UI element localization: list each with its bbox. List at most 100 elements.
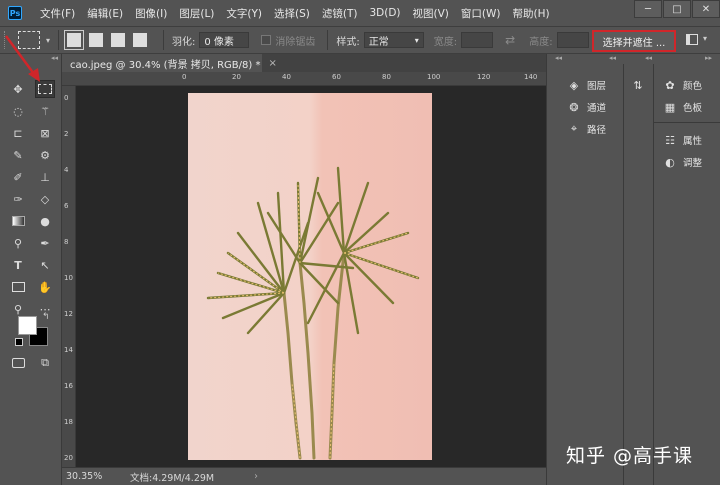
width-input[interactable] bbox=[461, 32, 494, 48]
menu-help[interactable]: 帮助(H) bbox=[513, 6, 550, 21]
adjustments-panel-button[interactable]: ◐ 调整 bbox=[663, 153, 702, 171]
photoshop-logo: Ps bbox=[8, 6, 22, 20]
collapse-icon[interactable]: ◂◂ bbox=[645, 54, 652, 64]
chevron-down-icon[interactable]: ▾ bbox=[703, 34, 707, 43]
brush-tool-icon[interactable]: ✐ bbox=[8, 168, 28, 186]
dodge-tool-icon[interactable]: ⚲ bbox=[8, 234, 28, 252]
ruler-tick: 12 bbox=[64, 310, 73, 318]
pen-tool-icon[interactable]: ✒ bbox=[35, 234, 55, 252]
blur-tool-icon[interactable]: ● bbox=[35, 212, 55, 230]
document-tab-title: cao.jpeg @ 30.4% (背景 拷贝, RGB/8) * bbox=[70, 59, 261, 71]
ruler-tick: 20 bbox=[232, 73, 241, 81]
menu-3d[interactable]: 3D(D) bbox=[369, 7, 400, 19]
panel-label: 属性 bbox=[683, 136, 703, 147]
history-panel-button[interactable]: ⇅ bbox=[631, 76, 651, 94]
eraser-tool-icon[interactable]: ◇ bbox=[35, 190, 55, 208]
panel-label: 颜色 bbox=[683, 81, 703, 92]
type-tool-icon[interactable]: T bbox=[8, 256, 28, 274]
subtract-selection-button[interactable] bbox=[111, 33, 126, 47]
canvas-area[interactable] bbox=[76, 86, 546, 467]
crop-tool-icon[interactable]: ⊏ bbox=[8, 124, 28, 142]
paths-icon: ⌖ bbox=[570, 122, 578, 135]
feather-input[interactable]: 0 像素 bbox=[199, 32, 250, 48]
minimize-button[interactable]: ─ bbox=[634, 0, 662, 18]
close-tab-icon[interactable]: × bbox=[268, 58, 276, 69]
ruler-tick: 4 bbox=[64, 166, 69, 174]
panel-label: 通道 bbox=[587, 103, 607, 114]
chevron-right-icon[interactable]: › bbox=[254, 471, 258, 482]
menu-view[interactable]: 视图(V) bbox=[413, 6, 449, 21]
default-colors-icon[interactable] bbox=[15, 338, 23, 346]
document-size: 文档:4.29M/4.29M bbox=[130, 472, 215, 484]
new-selection-button[interactable] bbox=[64, 30, 85, 50]
menu-image[interactable]: 图像(I) bbox=[135, 6, 167, 21]
antialias-checkbox[interactable] bbox=[261, 35, 272, 45]
history-brush-tool-icon[interactable]: ✑ bbox=[8, 190, 28, 208]
collapse-icon[interactable]: ▸▸ bbox=[705, 54, 712, 64]
swap-icon[interactable]: ⇄ bbox=[505, 33, 515, 47]
gradient-tool-icon[interactable] bbox=[8, 212, 28, 230]
ruler-tick: 0 bbox=[64, 94, 69, 102]
swatches-panel-button[interactable]: ▦ 色板 bbox=[663, 98, 702, 116]
adjustments-icon: ◐ bbox=[665, 155, 675, 169]
workspace-icon[interactable] bbox=[686, 34, 698, 45]
menu-window[interactable]: 窗口(W) bbox=[461, 6, 501, 21]
menu-layer[interactable]: 图层(L) bbox=[179, 6, 214, 21]
channels-icon: ❂ bbox=[569, 100, 579, 114]
ruler-tick: 2 bbox=[64, 130, 69, 138]
ruler-tick: 10 bbox=[64, 274, 73, 282]
layers-icon: ◈ bbox=[569, 78, 579, 92]
menu-edit[interactable]: 编辑(E) bbox=[87, 6, 123, 21]
close-button[interactable]: ✕ bbox=[692, 0, 720, 18]
screen-mode-icon[interactable]: ⧉ bbox=[35, 354, 55, 372]
panel-label: 调整 bbox=[683, 158, 703, 169]
antialias-label: 消除锯齿 bbox=[275, 36, 316, 48]
tools-panel: ◂◂ ✥ ◌ ⚚ ⊏ ⊠ ✎ ⚙ ✐ ⊥ ✑ ◇ ● ⚲ ✒ T ↖ ✋ ⚲ ⋯… bbox=[0, 54, 62, 485]
intersect-selection-button[interactable] bbox=[133, 33, 148, 47]
ruler-tick: 0 bbox=[182, 73, 187, 81]
maximize-button[interactable]: □ bbox=[663, 0, 691, 18]
menu-select[interactable]: 选择(S) bbox=[274, 6, 310, 21]
swap-colors-icon[interactable]: ↰ bbox=[42, 312, 50, 322]
collapse-icon[interactable]: ◂◂ bbox=[609, 54, 616, 64]
lasso-tool-icon[interactable]: ◌ bbox=[8, 102, 28, 120]
panel-label: 路径 bbox=[587, 125, 607, 136]
menu-filter[interactable]: 滤镜(T) bbox=[322, 6, 358, 21]
magic-wand-tool-icon[interactable]: ⚚ bbox=[35, 102, 55, 120]
panel-label: 图层 bbox=[587, 81, 607, 92]
foreground-color-swatch[interactable] bbox=[18, 316, 37, 335]
healing-brush-tool-icon[interactable]: ⚙ bbox=[35, 146, 55, 164]
hand-tool-icon[interactable]: ✋ bbox=[35, 278, 55, 296]
ruler-tick: 140 bbox=[524, 73, 538, 81]
frame-tool-icon[interactable]: ⊠ bbox=[35, 124, 55, 142]
document-image[interactable] bbox=[188, 93, 432, 460]
menu-type[interactable]: 文字(Y) bbox=[226, 6, 262, 21]
layers-panel-button[interactable]: ◈ 图层 bbox=[567, 76, 606, 94]
zoom-level[interactable]: 30.35% bbox=[62, 471, 102, 482]
width-label: 宽度: bbox=[433, 36, 458, 48]
color-panel-button[interactable]: ✿ 颜色 bbox=[663, 76, 702, 94]
feather-label: 羽化: bbox=[172, 36, 196, 48]
annotation-arrow-icon bbox=[4, 35, 40, 82]
select-and-mask-button[interactable]: 选择并遮住 ... bbox=[592, 30, 676, 52]
style-select[interactable]: 正常 ▾ bbox=[363, 32, 424, 48]
plant-stems bbox=[282, 251, 346, 460]
channels-panel-button[interactable]: ❂ 通道 bbox=[567, 98, 606, 116]
ruler-tick: 60 bbox=[332, 73, 341, 81]
style-label: 样式: bbox=[336, 36, 360, 48]
paths-panel-button[interactable]: ⌖ 路径 bbox=[567, 120, 606, 138]
add-selection-button[interactable] bbox=[89, 33, 104, 47]
ruler-tick: 80 bbox=[382, 73, 391, 81]
document-tab[interactable]: cao.jpeg @ 30.4% (背景 拷贝, RGB/8) * × bbox=[62, 54, 277, 72]
ruler-tick: 8 bbox=[64, 238, 69, 246]
collapse-icon[interactable]: ◂◂ bbox=[555, 54, 562, 64]
divider bbox=[163, 30, 165, 50]
quick-mask-icon[interactable] bbox=[8, 354, 28, 372]
height-input[interactable] bbox=[556, 32, 589, 48]
clone-stamp-tool-icon[interactable]: ⊥ bbox=[35, 168, 55, 186]
menu-file[interactable]: 文件(F) bbox=[40, 6, 75, 21]
eyedropper-tool-icon[interactable]: ✎ bbox=[8, 146, 28, 164]
properties-panel-button[interactable]: ☷ 属性 bbox=[663, 131, 702, 149]
path-selection-tool-icon[interactable]: ↖ bbox=[35, 256, 55, 274]
rectangle-tool-icon[interactable] bbox=[8, 278, 28, 296]
